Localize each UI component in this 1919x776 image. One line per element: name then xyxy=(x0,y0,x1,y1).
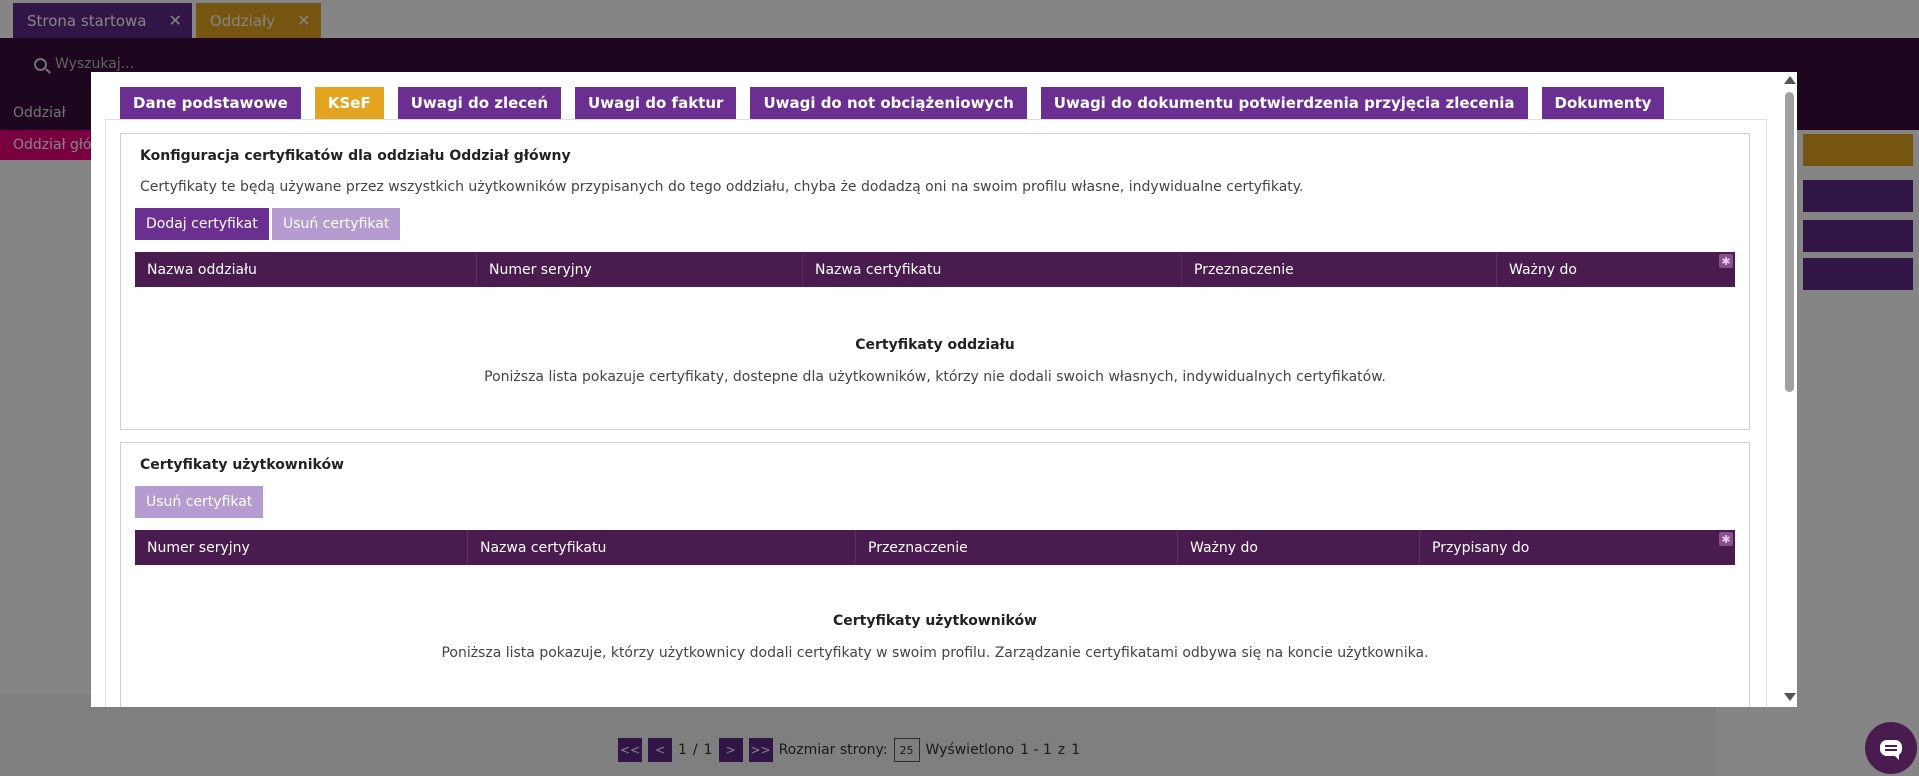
modal-tab-bar: Dane podstawowe KSeF Uwagi do zleceń Uwa… xyxy=(120,87,1678,119)
user-certificates-grid-header: Numer seryjny Nazwa certyfikatu Przeznac… xyxy=(135,530,1735,565)
add-certificate-button[interactable]: Dodaj certyfikat xyxy=(135,208,269,240)
panel-title: Konfiguracja certyfikatów dla oddziału O… xyxy=(140,148,571,164)
column-header[interactable]: Numer seryjny xyxy=(135,530,468,565)
tab-order-notes[interactable]: Uwagi do zleceń xyxy=(397,87,562,119)
empty-state-title: Certyfikaty użytkowników xyxy=(833,613,1037,629)
empty-state-description: Poniższa lista pokazuje certyfikaty, dos… xyxy=(484,369,1386,385)
tab-invoice-notes[interactable]: Uwagi do faktur xyxy=(575,87,737,119)
scrollbar-thumb[interactable] xyxy=(1785,92,1794,392)
scroll-down-icon[interactable] xyxy=(1784,693,1796,701)
scroll-up-icon[interactable] xyxy=(1784,76,1796,84)
tab-debit-note-notes[interactable]: Uwagi do not obciążeniowych xyxy=(750,87,1027,119)
column-header[interactable]: Nazwa certyfikatu xyxy=(803,252,1182,287)
modal-scrollbar[interactable] xyxy=(1781,72,1797,707)
tab-documents[interactable]: Dokumenty xyxy=(1541,87,1665,119)
column-header[interactable]: Ważny do xyxy=(1178,530,1420,565)
tab-basic-data[interactable]: Dane podstawowe xyxy=(120,87,301,119)
branch-certificates-panel: Konfiguracja certyfikatów dla oddziału O… xyxy=(120,133,1750,430)
empty-state-description: Poniższa lista pokazuje, którzy użytkown… xyxy=(441,645,1429,661)
branch-modal: Dane podstawowe KSeF Uwagi do zleceń Uwa… xyxy=(91,72,1797,707)
chat-button[interactable] xyxy=(1865,722,1917,774)
branch-certificates-grid-header: Nazwa oddziału Numer seryjny Nazwa certy… xyxy=(135,252,1735,287)
column-header[interactable]: Nazwa oddziału xyxy=(135,252,477,287)
column-header[interactable]: Numer seryjny xyxy=(477,252,803,287)
remove-certificate-button[interactable]: Usuń certyfikat xyxy=(272,208,401,240)
column-header[interactable]: Przeznaczenie xyxy=(1182,252,1497,287)
column-header[interactable]: Przeznaczenie xyxy=(856,530,1178,565)
panel-title: Certyfikaty użytkowników xyxy=(140,457,344,473)
tab-ksef[interactable]: KSeF xyxy=(314,87,384,119)
empty-state-title: Certyfikaty oddziału xyxy=(855,337,1015,353)
column-header[interactable]: Ważny do xyxy=(1497,252,1735,287)
gear-icon[interactable]: ✱ xyxy=(1719,532,1733,546)
tab-order-confirmation-notes[interactable]: Uwagi do dokumentu potwierdzenia przyjęc… xyxy=(1040,87,1528,119)
column-header[interactable]: Nazwa certyfikatu xyxy=(468,530,856,565)
remove-certificate-button[interactable]: Usuń certyfikat xyxy=(135,486,264,518)
column-header[interactable]: Przypisany do xyxy=(1420,530,1735,565)
chat-icon xyxy=(1880,740,1902,760)
gear-icon[interactable]: ✱ xyxy=(1719,254,1733,268)
user-certificates-panel: Certyfikaty użytkowników Usuń certyfikat… xyxy=(120,442,1750,707)
panel-description: Certyfikaty te będą używane przez wszyst… xyxy=(140,179,1304,195)
